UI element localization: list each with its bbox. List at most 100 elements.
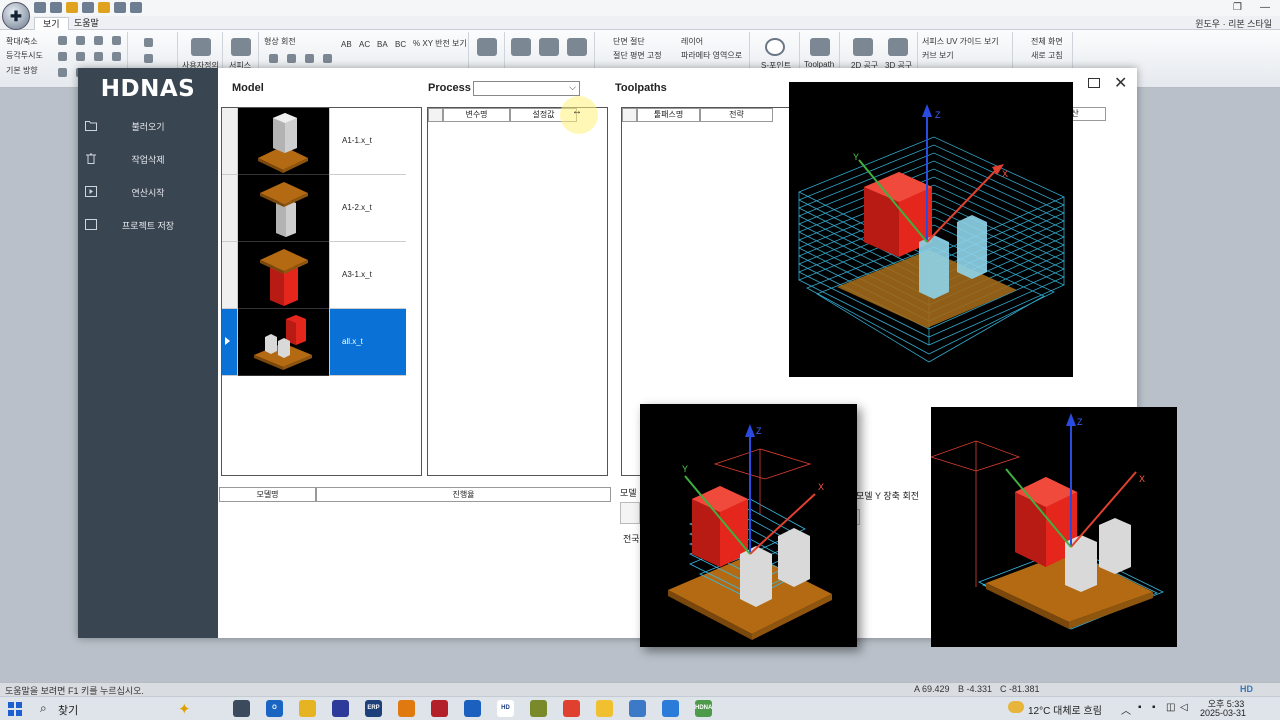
view-icon[interactable] <box>112 36 121 45</box>
column-header-toolpath-name[interactable]: 툴패스명 <box>637 108 700 122</box>
s-point-icon[interactable] <box>765 38 785 56</box>
bc-button[interactable]: BC <box>395 40 406 49</box>
minimize-window-icon[interactable]: — <box>1260 2 1270 13</box>
tool-2d-icon[interactable] <box>853 38 873 56</box>
section-button[interactable]: 단면 절단 <box>613 36 645 47</box>
option-button[interactable] <box>620 502 640 524</box>
column-header-variable[interactable]: 변수명 <box>443 108 510 122</box>
erp-icon[interactable]: ERP <box>365 700 382 717</box>
search-icon[interactable]: ⌕ <box>40 701 47 716</box>
edge-icon[interactable] <box>662 700 679 717</box>
cad-app-icon[interactable] <box>530 700 547 717</box>
ac-button[interactable]: AB <box>341 40 352 49</box>
explorer-icon[interactable] <box>596 700 613 717</box>
toolpath-viewport-medium[interactable]: Z X Y <box>640 404 857 647</box>
view-icon[interactable] <box>76 36 85 45</box>
view-icon[interactable] <box>94 36 103 45</box>
shape-rotate-button[interactable]: 형상 회전 <box>264 36 296 47</box>
sidebar-item-save-project[interactable]: 프로젝트 저장 <box>78 213 218 239</box>
basic-direction-button[interactable]: 기본 방향 <box>6 65 38 76</box>
toolpath-viewport-large[interactable]: Z X Y <box>789 82 1073 377</box>
sidebar-item-start[interactable]: 연산시작 <box>78 180 218 206</box>
surface-uv-button[interactable]: 서피스 UV 가이드 보기 <box>922 36 999 47</box>
tab-view[interactable]: 보기 <box>34 17 69 30</box>
viewer-icon[interactable] <box>431 700 448 717</box>
close-icon[interactable]: ✕ <box>1114 73 1127 93</box>
model-row-selected[interactable]: all.x_t <box>222 309 406 376</box>
tool-3d-icon[interactable] <box>888 38 908 56</box>
tool-icon[interactable] <box>144 54 153 63</box>
zoom-button[interactable]: 확대/축소 <box>6 36 38 47</box>
restore-window-icon[interactable]: ❐ <box>1233 2 1242 13</box>
rotate-icon[interactable] <box>323 54 332 63</box>
rotate-icon[interactable] <box>287 54 296 63</box>
eye-icon[interactable] <box>191 38 211 56</box>
tab-help[interactable]: 도움말 <box>66 17 107 30</box>
clock-date[interactable]: 2025-03-31 <box>1198 708 1248 718</box>
sidebar-item-delete[interactable]: 작업삭제 <box>78 147 218 173</box>
save-icon[interactable] <box>34 2 46 13</box>
model-row[interactable]: A1-2.x_t <box>222 175 406 242</box>
cube-icon[interactable] <box>58 68 67 77</box>
network-icon[interactable]: ◫ <box>1166 702 1175 713</box>
row-header[interactable] <box>222 175 238 242</box>
taskbar-search-label[interactable]: 찾기 <box>58 702 78 718</box>
cube-icon[interactable] <box>58 52 67 61</box>
cube-icon[interactable] <box>94 52 103 61</box>
curve-tool-icon[interactable] <box>511 38 531 56</box>
folder-app-icon[interactable] <box>464 700 481 717</box>
ac-button[interactable]: AC <box>359 40 370 49</box>
surface-icon[interactable] <box>231 38 251 56</box>
row-header[interactable] <box>222 108 238 175</box>
cube-icon[interactable] <box>76 52 85 61</box>
volume-icon[interactable]: ◁ <box>1180 702 1188 713</box>
chevron-up-icon[interactable]: ︿ <box>1121 702 1131 717</box>
maximize-dialog-icon[interactable] <box>1088 78 1100 88</box>
anchor-icon[interactable] <box>477 38 497 56</box>
flip-button[interactable]: % XY 반전 보기 <box>413 38 467 49</box>
model-row[interactable]: A1-1.x_t <box>222 108 406 175</box>
sidebar-item-load[interactable]: 불러오기 <box>78 114 218 140</box>
cube-icon[interactable] <box>112 52 121 61</box>
curve-view-button[interactable]: 커브 보기 <box>922 50 954 61</box>
tray-app-icon[interactable]: ▪ <box>1152 702 1156 713</box>
full-screen-button[interactable]: 전체 화면 <box>1031 36 1063 47</box>
rotate-icon[interactable] <box>269 54 278 63</box>
print-icon[interactable] <box>82 2 94 13</box>
app-menu-button[interactable]: ✚ <box>2 2 30 30</box>
process-dropdown[interactable]: ⌵ <box>473 81 580 96</box>
layer-button[interactable]: 레이어 <box>681 36 703 47</box>
tray-app-icon[interactable]: ▪ <box>1138 702 1142 713</box>
curve-tool-icon[interactable] <box>539 38 559 56</box>
ba-button[interactable]: BA <box>377 40 388 49</box>
open-icon[interactable] <box>50 2 62 13</box>
network-icon[interactable] <box>629 700 646 717</box>
iso-view-button[interactable]: 등각투시도 <box>6 50 43 61</box>
hdnas-app-icon[interactable]: HDNAS <box>695 700 712 717</box>
param-area-button[interactable]: 파라메타 영역으로 <box>681 50 742 61</box>
start-button[interactable] <box>8 702 22 716</box>
settings-icon[interactable] <box>114 2 126 13</box>
ribbon-style-menu[interactable]: 리본 스타일 <box>1228 19 1272 29</box>
tool-icon[interactable] <box>144 38 153 47</box>
hd-app-icon[interactable]: HD <box>497 700 514 717</box>
curve-tool-icon[interactable] <box>567 38 587 56</box>
search-app-icon[interactable] <box>398 700 415 717</box>
weather-text[interactable]: 12°C 대체로 흐림 <box>1028 702 1102 717</box>
media-icon[interactable] <box>332 700 349 717</box>
chrome-icon[interactable] <box>563 700 580 717</box>
column-header-model-name[interactable]: 모델명 <box>219 487 316 502</box>
files-icon[interactable] <box>299 700 316 717</box>
model-row[interactable]: A3-1.x_t <box>222 242 406 309</box>
cut-plane-button[interactable]: 절단 평면 고정 <box>613 50 662 61</box>
window-menu[interactable]: 윈도우 <box>1195 19 1220 29</box>
warning-icon[interactable] <box>66 2 78 13</box>
alert-icon[interactable] <box>98 2 110 13</box>
row-header[interactable] <box>222 242 238 309</box>
row-header[interactable] <box>222 309 238 376</box>
task-view-icon[interactable] <box>233 700 250 717</box>
rotate-icon[interactable] <box>305 54 314 63</box>
copilot-icon[interactable]: ✦ <box>178 700 191 718</box>
rotate-y-option[interactable]: 모델 Y 장축 회전 <box>856 489 919 502</box>
view-icon[interactable] <box>58 36 67 45</box>
